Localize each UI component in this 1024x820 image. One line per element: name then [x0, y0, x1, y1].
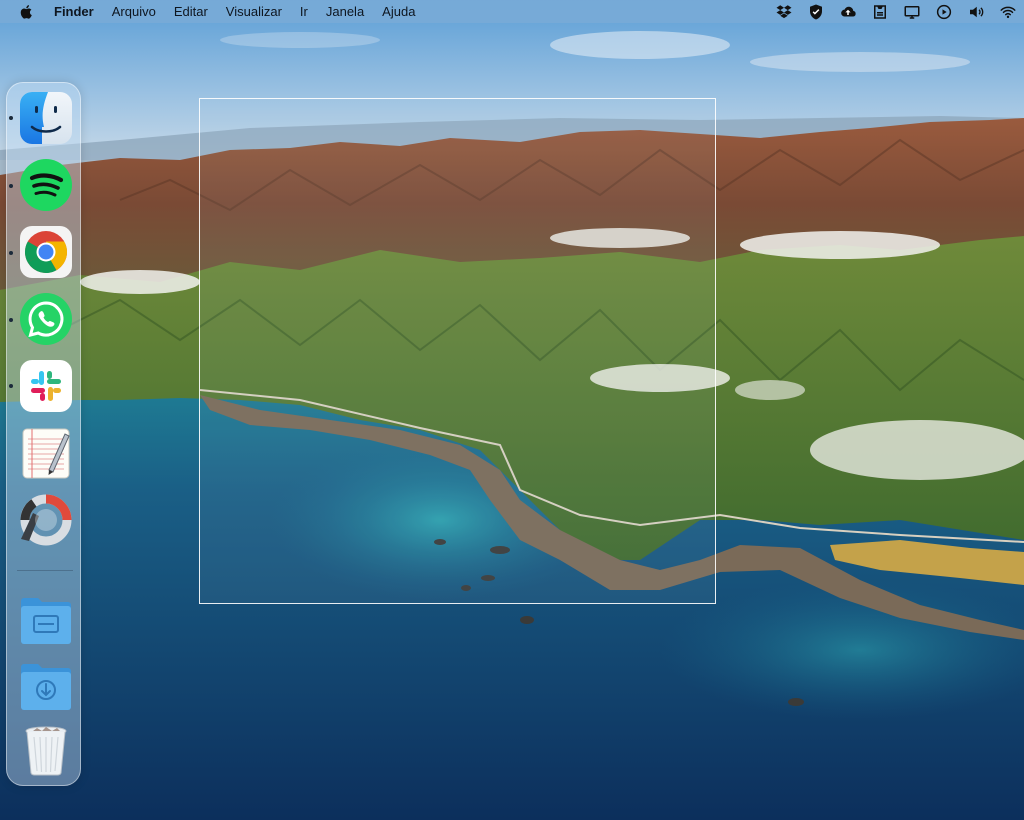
dock-app-screen-recorder[interactable]: [19, 493, 73, 547]
menu-item-ajuda[interactable]: Ajuda: [373, 0, 424, 23]
menu-item-janela[interactable]: Janela: [317, 0, 373, 23]
menu-item-visualizar[interactable]: Visualizar: [217, 0, 291, 23]
dock-app-textedit[interactable]: [19, 426, 73, 480]
menu-bar: Finder Arquivo Editar Visualizar Ir Jane…: [0, 0, 1024, 23]
menu-item-arquivo[interactable]: Arquivo: [103, 0, 165, 23]
display-icon[interactable]: [903, 3, 921, 21]
volume-icon[interactable]: [967, 3, 985, 21]
status-menu-area: [768, 0, 1024, 23]
play-circle-icon[interactable]: [935, 3, 953, 21]
desktop-selection-rectangle: [199, 98, 716, 604]
textedit-icon: [22, 428, 70, 479]
dock-app-slack[interactable]: [19, 359, 73, 413]
running-indicator: [9, 116, 13, 120]
dock-app-finder[interactable]: [19, 91, 73, 145]
dock-trash[interactable]: [19, 723, 73, 777]
slack-icon: [20, 360, 72, 412]
whatsapp-icon: [20, 293, 72, 345]
running-indicator: [9, 251, 13, 255]
wifi-icon[interactable]: [999, 3, 1017, 21]
dock-app-whatsapp[interactable]: [19, 292, 73, 346]
dock-folder-downloads[interactable]: [19, 659, 73, 713]
dock-app-chrome[interactable]: [19, 225, 73, 279]
spotify-icon: [20, 159, 72, 211]
running-indicator: [9, 384, 13, 388]
clipboard-icon[interactable]: [871, 3, 889, 21]
downloads-folder-icon: [21, 664, 71, 710]
shield-icon[interactable]: [807, 3, 825, 21]
applications-folder-icon: [21, 598, 71, 644]
menu-item-editar[interactable]: Editar: [165, 0, 217, 23]
chrome-icon: [20, 226, 72, 278]
menu-item-ir[interactable]: Ir: [291, 0, 317, 23]
dock: [6, 82, 81, 786]
dock-divider: [17, 570, 73, 571]
dropbox-icon[interactable]: [775, 3, 793, 21]
cloud-upload-icon[interactable]: [839, 3, 857, 21]
menu-app-name[interactable]: Finder: [54, 0, 103, 23]
trash-icon: [25, 726, 67, 776]
apple-logo-icon[interactable]: [19, 4, 35, 20]
finder-icon: [20, 92, 72, 144]
screen-recorder-icon: [20, 494, 72, 546]
running-indicator: [9, 184, 13, 188]
dock-folder-applications[interactable]: [19, 593, 73, 647]
dock-app-spotify[interactable]: [19, 158, 73, 212]
running-indicator: [9, 318, 13, 322]
